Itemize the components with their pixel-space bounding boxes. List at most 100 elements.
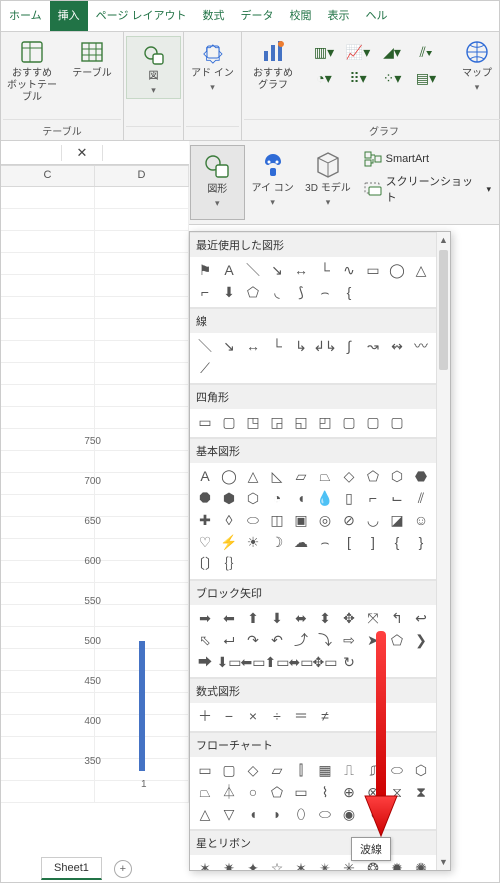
shape-arrow-right[interactable]: ➡ xyxy=(194,608,216,628)
shape-curve-arrow[interactable]: ↝ xyxy=(362,336,384,356)
chart-type-area[interactable]: ◢▾ xyxy=(376,40,408,64)
shape-rect[interactable]: ▭ xyxy=(362,260,384,280)
shape-round-1[interactable]: ◰ xyxy=(314,412,336,432)
shape-brace-l[interactable]: { xyxy=(386,532,408,552)
shape-can[interactable]: ⬭ xyxy=(242,510,264,530)
shape-connector-curved[interactable]: ∿ xyxy=(338,260,360,280)
shape-fc-document[interactable]: ⎍ xyxy=(338,760,360,780)
cell[interactable] xyxy=(95,341,189,363)
shape-arrow-lrcallout[interactable]: ⬌▭ xyxy=(290,652,312,672)
shape-star5[interactable]: ☆ xyxy=(266,858,288,871)
cell[interactable] xyxy=(95,363,189,385)
shape-arrow-ucallout[interactable]: ⬆▭ xyxy=(266,652,288,672)
shape-teardrop[interactable]: 💧 xyxy=(314,488,336,508)
table-button[interactable]: テーブル xyxy=(63,36,121,106)
cell[interactable] xyxy=(1,341,95,363)
shape-fc-internal[interactable]: ▦ xyxy=(314,760,336,780)
shape-lightning[interactable]: ⚡ xyxy=(218,532,240,552)
shape-fc-directdisk[interactable]: ◉ xyxy=(338,804,360,824)
shape-brace-left[interactable]: { xyxy=(338,282,360,302)
shape-fc-tape[interactable]: ⌇ xyxy=(314,782,336,802)
shape-minus[interactable]: − xyxy=(218,706,240,726)
shape-moon[interactable]: ☽ xyxy=(266,532,288,552)
shape-sun[interactable]: ☀ xyxy=(242,532,264,552)
shape-frame[interactable]: ▯ xyxy=(338,488,360,508)
shape-connector-elbow[interactable]: └ xyxy=(314,260,336,280)
cell[interactable] xyxy=(1,495,95,517)
shape-star4[interactable]: ✦ xyxy=(242,858,264,871)
cell[interactable] xyxy=(95,253,189,275)
tab-formula[interactable]: 数式 xyxy=(195,1,233,31)
shape-triangle[interactable]: △ xyxy=(410,260,432,280)
shape-bracket-l[interactable]: [ xyxy=(338,532,360,552)
shape-l-shape[interactable]: ⌙ xyxy=(386,488,408,508)
shape-textbox-b[interactable]: A xyxy=(194,466,216,486)
shape-fc-delay[interactable]: ◗ xyxy=(266,804,288,824)
chart-type-waterfall[interactable]: ▤▾ xyxy=(410,66,442,90)
shape-snip-round[interactable]: ▢ xyxy=(386,412,408,432)
shape-explosion2[interactable]: ✷ xyxy=(218,858,240,871)
shapes-dropdown-button[interactable]: 図形 xyxy=(190,145,245,220)
shape-pentagon-b[interactable]: ⬠ xyxy=(362,466,384,486)
addins-button[interactable]: アド イン xyxy=(186,36,239,95)
cell[interactable] xyxy=(95,187,189,209)
shape-curve-double[interactable]: ↭ xyxy=(386,336,408,356)
shape-curve[interactable]: ⟆ xyxy=(290,282,312,302)
shape-arrow-left[interactable]: ⬅ xyxy=(218,608,240,628)
shape-no[interactable]: ⊘ xyxy=(338,510,360,530)
cell[interactable] xyxy=(1,407,95,429)
shape-fc-alt[interactable]: ▢ xyxy=(218,760,240,780)
shape-arrow-lru[interactable]: ⤧ xyxy=(362,608,384,628)
shape-line-arrow[interactable]: ↘ xyxy=(218,336,240,356)
shape-elbow-arrow[interactable]: ↳ xyxy=(290,336,312,356)
shape-arrow-striped[interactable]: ⇨ xyxy=(338,630,360,650)
shape-trapezoid[interactable]: ⏢ xyxy=(314,466,336,486)
shape-fc-multidoc[interactable]: ⎎ xyxy=(362,760,384,780)
shape-folded-corner[interactable]: ◪ xyxy=(386,510,408,530)
shape-cross[interactable]: ✚ xyxy=(194,510,216,530)
shape-plus[interactable]: ＋ xyxy=(194,706,216,726)
shape-l-connector[interactable]: ⌐ xyxy=(194,282,216,302)
chart-type-scatter[interactable]: ⁘▾ xyxy=(376,66,408,90)
shape-rtriangle[interactable]: ◺ xyxy=(266,466,288,486)
map-button[interactable]: マップ xyxy=(448,36,500,95)
tab-data[interactable]: データ xyxy=(233,1,282,31)
tab-page-layout[interactable]: ページ レイアウト xyxy=(88,1,195,31)
shape-cloud[interactable]: ☁ xyxy=(290,532,312,552)
shape-fc-merge[interactable]: ▽ xyxy=(218,804,240,824)
shape-arrow-quad-callout[interactable]: ✥▭ xyxy=(314,652,336,672)
cell[interactable] xyxy=(1,275,95,297)
shape-snip-2[interactable]: ◲ xyxy=(266,412,288,432)
chart-type-bar[interactable]: ▥▾ xyxy=(308,40,340,64)
icons-button[interactable]: アイ コン xyxy=(245,145,300,220)
shape-arrow-uturn[interactable]: ↩ xyxy=(410,608,432,628)
shape-equal[interactable]: ＝ xyxy=(290,706,312,726)
shape-fc-magdisk[interactable]: ⬭ xyxy=(314,804,336,824)
shape-brace-pair[interactable]: ｛｝ xyxy=(218,554,240,574)
shape-cube[interactable]: ◫ xyxy=(266,510,288,530)
shape-fc-extract[interactable]: △ xyxy=(194,804,216,824)
shape-arrow-lcallout[interactable]: ⬅▭ xyxy=(242,652,264,672)
cell[interactable] xyxy=(95,319,189,341)
shape-arrow-down[interactable]: ⬇ xyxy=(218,282,240,302)
shape-arrow-down-b[interactable]: ⬇ xyxy=(266,608,288,628)
formula-cancel[interactable]: ✕ xyxy=(62,145,102,161)
shape-arrow-circular[interactable]: ↻ xyxy=(338,652,360,672)
shape-arrow-quad[interactable]: ✥ xyxy=(338,608,360,628)
shape-half-frame[interactable]: ⌐ xyxy=(362,488,384,508)
shape-chord[interactable]: ◖ xyxy=(290,488,312,508)
shape-fc-manual-input[interactable]: ⏢ xyxy=(194,782,216,802)
shape-rect-1[interactable]: ▭ xyxy=(194,412,216,432)
cell[interactable] xyxy=(95,539,189,561)
cell[interactable] xyxy=(1,231,95,253)
cell[interactable] xyxy=(95,561,189,583)
col-header-c[interactable]: C xyxy=(1,166,95,186)
shape-arrow-up[interactable]: ⬆ xyxy=(242,608,264,628)
shape-fc-connector[interactable]: ○ xyxy=(242,782,264,802)
shape-fc-display[interactable]: ◖ xyxy=(362,804,384,824)
cell[interactable] xyxy=(95,517,189,539)
tab-insert[interactable]: 挿入 xyxy=(50,1,88,31)
shape-fc-prep[interactable]: ⬡ xyxy=(410,760,432,780)
shape-oval[interactable]: ◯ xyxy=(386,260,408,280)
shape-arrow-curvedu[interactable]: ⤴ xyxy=(290,630,312,650)
